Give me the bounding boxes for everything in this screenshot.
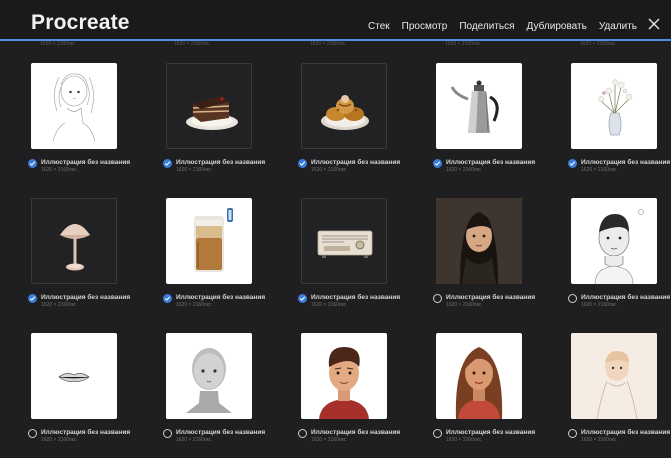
artwork-dimensions: 1620 × 2160пкс [41,167,77,173]
artwork-card[interactable]: Иллюстрация без названия 1620 × 2160пкс [297,63,425,188]
artwork-thumbnail[interactable] [436,333,522,419]
top-bar: Procreate Стек Просмотр Поделиться Дубли… [0,0,671,40]
ghost-label: 1620 × 2160пкс [310,41,346,47]
unchecked-circle-icon[interactable] [433,294,442,303]
artwork-name[interactable]: Иллюстрация без названия [311,294,400,301]
delete-button[interactable]: Удалить [599,21,637,32]
artwork-dimensions: 1620 × 2160пкс [176,167,212,173]
artwork-thumbnail[interactable] [436,63,522,149]
artwork-thumbnail[interactable] [166,63,252,149]
app-title[interactable]: Procreate [31,11,130,35]
artwork-thumbnail[interactable] [301,63,387,149]
checkmark-icon[interactable] [298,294,307,303]
checkmark-icon[interactable] [298,159,307,168]
preview-button[interactable]: Просмотр [402,21,448,32]
unchecked-circle-icon[interactable] [28,429,37,438]
artwork-name[interactable]: Иллюстрация без названия [41,429,130,436]
artwork-thumbnail[interactable] [31,333,117,419]
artwork-thumbnail[interactable] [571,333,657,419]
unchecked-circle-icon[interactable] [568,294,577,303]
artwork-thumbnail[interactable] [571,198,657,284]
checkmark-icon[interactable] [28,159,37,168]
artwork-name[interactable]: Иллюстрация без названия [581,294,670,301]
artwork-card[interactable]: Иллюстрация без названия 1620 × 2160пкс [432,198,560,323]
toolbar-actions: Стек Просмотр Поделиться Дублировать Уда… [368,21,637,32]
artwork-dimensions: 1620 × 2160пкс [176,437,212,443]
unchecked-circle-icon[interactable] [163,429,172,438]
artwork-thumbnail[interactable] [436,198,522,284]
artwork-thumbnail[interactable] [571,63,657,149]
artwork-card[interactable]: Иллюстрация без названия 1620 × 2160пкс [27,198,155,323]
checkmark-icon[interactable] [28,294,37,303]
artwork-card[interactable]: Иллюстрация без названия 1620 × 2160пкс [162,198,290,323]
artwork-name[interactable]: Иллюстрация без названия [581,429,670,436]
artwork-name[interactable]: Иллюстрация без названия [176,429,265,436]
artwork-name[interactable]: Иллюстрация без названия [581,159,670,166]
artwork-dimensions: 1620 × 2160пкс [446,167,482,173]
artwork-card[interactable]: Иллюстрация без названия 1620 × 2160пкс [567,198,671,323]
artwork-card[interactable]: Иллюстрация без названия 1620 × 2160пкс [162,333,290,458]
artwork-name[interactable]: Иллюстрация без названия [311,159,400,166]
artwork-card[interactable]: Иллюстрация без названия 1620 × 2160пкс [432,63,560,188]
artwork-dimensions: 1620 × 2160пкс [446,437,482,443]
share-button[interactable]: Поделиться [459,21,514,32]
ghost-label: 1620 × 2160пкс [580,41,616,47]
artwork-dimensions: 1620 × 2160пкс [581,437,617,443]
artwork-name[interactable]: Иллюстрация без названия [176,159,265,166]
artwork-dimensions: 1620 × 2160пкс [311,167,347,173]
checkmark-icon[interactable] [433,159,442,168]
artwork-dimensions: 1620 × 2160пкс [41,437,77,443]
checkmark-icon[interactable] [163,294,172,303]
artwork-dimensions: 1620 × 2160пкс [311,437,347,443]
artwork-card[interactable]: Иллюстрация без названия 1620 × 2160пкс [567,333,671,458]
artwork-name[interactable]: Иллюстрация без названия [41,294,130,301]
stack-button[interactable]: Стек [368,21,390,32]
artwork-card[interactable]: Иллюстрация без названия 1620 × 2160пкс [297,333,425,458]
artwork-thumbnail[interactable] [31,63,117,149]
artwork-card[interactable]: Иллюстрация без названия 1620 × 2160пкс [432,333,560,458]
artwork-thumbnail[interactable] [166,333,252,419]
artwork-name[interactable]: Иллюстрация без названия [41,159,130,166]
previous-row-labels: 1620 × 2160пкс 1620 × 2160пкс 1620 × 216… [0,41,671,49]
artwork-thumbnail[interactable] [301,333,387,419]
unchecked-circle-icon[interactable] [433,429,442,438]
close-icon[interactable] [647,17,661,31]
artwork-card[interactable]: Иллюстрация без названия 1620 × 2160пкс [567,63,671,188]
checkmark-icon[interactable] [568,159,577,168]
artwork-card[interactable]: Иллюстрация без названия 1620 × 2160пкс [297,198,425,323]
artwork-name[interactable]: Иллюстрация без названия [446,159,535,166]
artwork-dimensions: 1620 × 2160пкс [581,302,617,308]
artwork-dimensions: 1620 × 2160пкс [41,302,77,308]
artwork-dimensions: 1620 × 2160пкс [581,167,617,173]
artwork-dimensions: 1620 × 2160пкс [176,302,212,308]
ghost-label: 1620 × 2160пкс [445,41,481,47]
artwork-thumbnail[interactable] [166,198,252,284]
duplicate-button[interactable]: Дублировать [527,21,587,32]
artwork-name[interactable]: Иллюстрация без названия [176,294,265,301]
artwork-thumbnail[interactable] [31,198,117,284]
unchecked-circle-icon[interactable] [298,429,307,438]
artwork-dimensions: 1620 × 2160пкс [446,302,482,308]
artwork-card[interactable]: Иллюстрация без названия 1620 × 2160пкс [27,333,155,458]
ghost-label: 1620 × 2160пкс [40,41,76,47]
artwork-card[interactable]: Иллюстрация без названия 1620 × 2160пкс [162,63,290,188]
artwork-name[interactable]: Иллюстрация без названия [446,429,535,436]
artwork-dimensions: 1620 × 2160пкс [311,302,347,308]
checkmark-icon[interactable] [163,159,172,168]
ghost-label: 1620 × 2160пкс [174,41,210,47]
unchecked-circle-icon[interactable] [568,429,577,438]
artwork-name[interactable]: Иллюстрация без названия [311,429,400,436]
artwork-card[interactable]: Иллюстрация без названия 1620 × 2160пкс [27,63,155,188]
artwork-name[interactable]: Иллюстрация без названия [446,294,535,301]
artwork-thumbnail[interactable] [301,198,387,284]
